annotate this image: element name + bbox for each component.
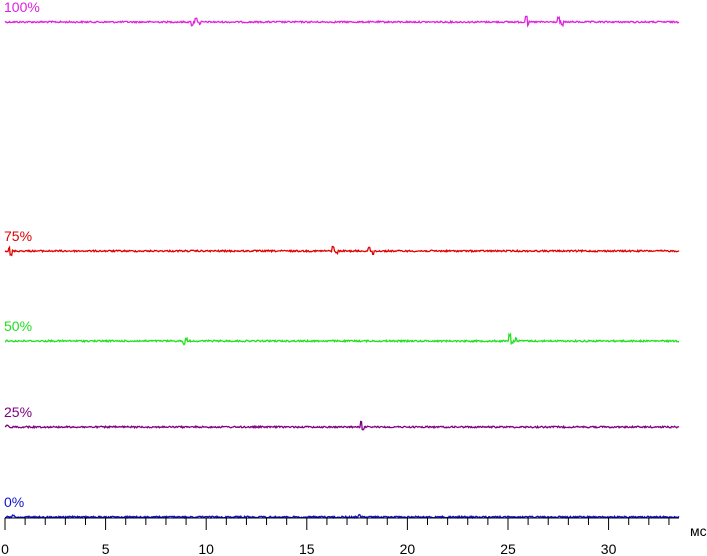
series-line-100 [4, 15, 680, 28]
x-tick-label: 10 [198, 541, 214, 556]
series-label-100: 100% [4, 0, 40, 15]
trace-group [4, 15, 680, 520]
x-tick-label: 15 [299, 541, 315, 556]
x-tick-label: 30 [601, 541, 617, 556]
series-label-25: 25% [4, 404, 32, 420]
series-label-75: 75% [4, 228, 32, 244]
series-label-group: 100% 75% 50% 25% 0% [4, 0, 40, 510]
x-tick-label: 20 [400, 541, 416, 556]
x-tick-label: 0 [1, 541, 9, 556]
series-label-50: 50% [4, 318, 32, 334]
series-line-25 [4, 420, 680, 431]
x-axis-unit-label: мс [690, 523, 707, 539]
series-line-0 [4, 513, 680, 520]
x-tick-label: 5 [102, 541, 110, 556]
series-line-75 [4, 245, 680, 257]
chart: 100% 75% 50% 25% 0% 0 5 10 15 20 25 30 мс [1, 0, 707, 556]
series-label-0: 0% [4, 494, 24, 510]
series-line-50 [4, 332, 680, 346]
x-axis: 0 5 10 15 20 25 30 [1, 517, 679, 556]
x-tick-label: 25 [500, 541, 516, 556]
